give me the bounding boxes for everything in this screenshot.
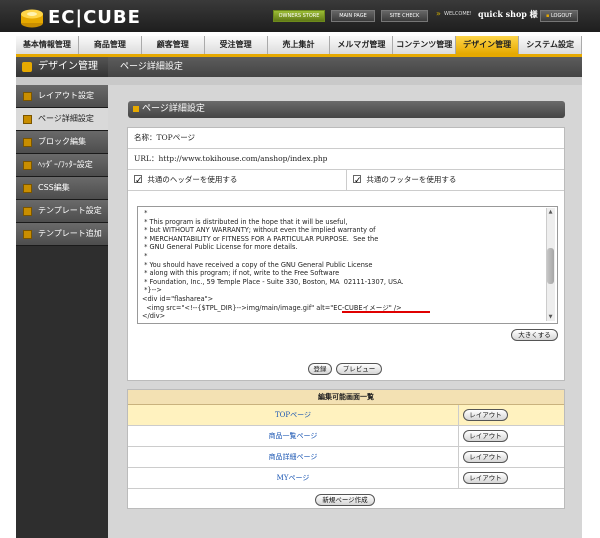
nav-tab[interactable]: 受注管理	[204, 36, 268, 54]
editor-line: *	[142, 251, 148, 260]
section-title: デザイン管理	[16, 57, 108, 77]
editor-line: *	[142, 209, 148, 217]
sidebar-item-label: テンプレート設定	[38, 206, 102, 215]
nav-tab[interactable]: デザイン管理	[456, 36, 520, 54]
editor-line: <div id="flasharea">	[142, 294, 214, 303]
nav-tab[interactable]: 商品管理	[78, 36, 142, 54]
sidebar-item-label: ページ詳細設定	[38, 114, 94, 123]
bullet-icon	[23, 230, 32, 239]
sidebar: レイアウト設定 ページ詳細設定 ブロック編集 ﾍｯﾀﾞｰ/ﾌｯﾀｰ設定 CSS編集テンプ…	[16, 85, 108, 246]
bullet-icon	[23, 184, 32, 193]
register-button[interactable]: 登録	[308, 363, 332, 375]
nav-tab[interactable]: 基本情報管理	[16, 36, 79, 54]
nav-tab[interactable]: コンテンツ管理	[393, 36, 457, 54]
use-header-checkbox[interactable]	[134, 171, 143, 191]
editor-line: * This program is distributed in the hop…	[142, 217, 348, 226]
sidebar-item-label: テンプレート追加	[38, 229, 102, 238]
panel-title: ページ詳細設定	[128, 101, 565, 118]
logout-label: LOGOUT	[550, 13, 573, 19]
sidebar-item-label: レイアウト設定	[38, 91, 94, 100]
sidebar-item-label: CSS編集	[38, 183, 70, 192]
use-footer-checkbox[interactable]	[353, 171, 362, 191]
bullet-icon	[23, 92, 32, 101]
use-header-label: 共通のヘッダーを使用する	[147, 175, 238, 184]
main-page-button[interactable]: MAIN PAGE	[331, 10, 375, 22]
bullet-icon	[23, 115, 32, 124]
layout-button[interactable]: レイアウト	[463, 409, 508, 421]
new-page-button[interactable]: 新規ページ作成	[315, 494, 375, 506]
editor-line: </div>	[142, 312, 166, 321]
sidebar-item[interactable]: レイアウト設定	[16, 85, 108, 108]
use-footer-row: 共通のフッターを使用する	[346, 170, 564, 191]
column-divider	[458, 447, 459, 467]
column-divider	[458, 426, 459, 446]
sidebar-item-label: ﾍｯﾀﾞｰ/ﾌｯﾀｰ設定	[38, 160, 93, 169]
owners-store-button[interactable]: OWNERS STORE	[273, 10, 325, 22]
annotation-underline	[342, 311, 430, 313]
preview-button[interactable]: プレビュー	[336, 363, 382, 375]
page-link[interactable]: 商品一覧ページ	[128, 426, 458, 446]
editor-line: * along with this program; if not, write…	[142, 269, 340, 278]
page-url: URL：http://www.tokihouse.com/anshop/inde…	[134, 154, 328, 163]
table-row: 商品詳細ページ レイアウト	[128, 447, 564, 468]
use-header-row: 共通のヘッダーを使用する	[128, 170, 346, 191]
section-title-text: デザイン管理	[38, 61, 98, 72]
page-subtitle: ページ詳細設定	[108, 57, 582, 77]
chevron-right-icon: »	[436, 9, 441, 18]
sidebar-item-label: ブロック編集	[38, 137, 86, 146]
page-link[interactable]: MYページ	[128, 468, 458, 488]
table-row: TOPページ レイアウト	[128, 405, 564, 426]
sidebar-item[interactable]: ﾍｯﾀﾞｰ/ﾌｯﾀｰ設定	[16, 154, 108, 177]
editor-line: * but WITHOUT ANY WARRANTY; without even…	[142, 226, 376, 235]
page-link[interactable]: 商品詳細ページ	[128, 447, 458, 467]
page-url-row: URL：http://www.tokihouse.com/anshop/inde…	[128, 149, 564, 170]
sidebar-item[interactable]: ページ詳細設定	[16, 108, 108, 131]
sidebar-item[interactable]: テンプレート追加	[16, 223, 108, 246]
layout-button[interactable]: レイアウト	[463, 472, 508, 484]
shop-name: quick shop 様	[478, 9, 538, 19]
logout-icon: ▪	[545, 13, 550, 19]
column-divider	[458, 405, 459, 425]
nav-tab[interactable]: メルマガ管理	[330, 36, 394, 54]
page-list-header: 編集可能画面一覧	[128, 390, 564, 405]
divider	[16, 77, 582, 85]
scroll-up-icon[interactable]: ▲	[547, 209, 554, 215]
site-check-button[interactable]: SITE CHECK	[381, 10, 428, 22]
template-editor[interactable]: * * This program is distributed in the h…	[137, 206, 558, 324]
layout-button[interactable]: レイアウト	[463, 451, 508, 463]
sidebar-item[interactable]: CSS編集	[16, 177, 108, 200]
folder-icon	[22, 62, 32, 72]
bullet-icon	[23, 161, 32, 170]
nav-tab[interactable]: システム設定	[519, 36, 583, 54]
page-name: 名称：TOPページ	[134, 133, 196, 142]
sidebar-item[interactable]: テンプレート設定	[16, 200, 108, 223]
table-row: MYページ レイアウト	[128, 468, 564, 489]
scroll-thumb[interactable]	[547, 248, 554, 284]
nav-tab[interactable]: 売上集計	[267, 36, 331, 54]
editor-line: *}-->	[142, 286, 162, 295]
welcome-label: WELCOME!	[444, 11, 472, 17]
main-nav: 基本情報管理 商品管理 顧客管理 受注管理 売上集計 メルマガ管理 コンテンツ管理 デザイン管…	[16, 36, 583, 54]
ec-cube-logo[interactable]: EC|CUBE	[20, 6, 150, 28]
bullet-icon	[23, 207, 32, 216]
page-name-row: 名称：TOPページ	[128, 128, 564, 149]
editor-line: * MERCHANTABILITY or FITNESS FOR A PARTI…	[142, 234, 379, 243]
logo-text: EC|CUBE	[48, 7, 141, 28]
bullet-icon	[23, 138, 32, 147]
sidebar-item[interactable]: ブロック編集	[16, 131, 108, 154]
editor-line: * Foundation, Inc., 59 Temple Place - Su…	[142, 277, 404, 286]
layout-button[interactable]: レイアウト	[463, 430, 508, 442]
use-footer-label: 共通のフッターを使用する	[366, 175, 457, 184]
page-link[interactable]: TOPページ	[128, 405, 458, 425]
column-divider	[458, 468, 459, 488]
nav-tab[interactable]: 顧客管理	[141, 36, 205, 54]
logout-button[interactable]: ▪ LOGOUT	[540, 10, 578, 22]
table-row: 商品一覧ページ レイアウト	[128, 426, 564, 447]
cube-icon	[21, 9, 43, 28]
enlarge-button[interactable]: 大きくする	[511, 329, 558, 341]
scroll-down-icon[interactable]: ▼	[547, 314, 554, 320]
top-header: EC|CUBE OWNERS STORE MAIN PAGE SITE CHEC…	[0, 0, 600, 32]
editor-line: * GNU General Public License for more de…	[142, 243, 298, 252]
editor-line: * You should have received a copy of the…	[142, 260, 373, 269]
